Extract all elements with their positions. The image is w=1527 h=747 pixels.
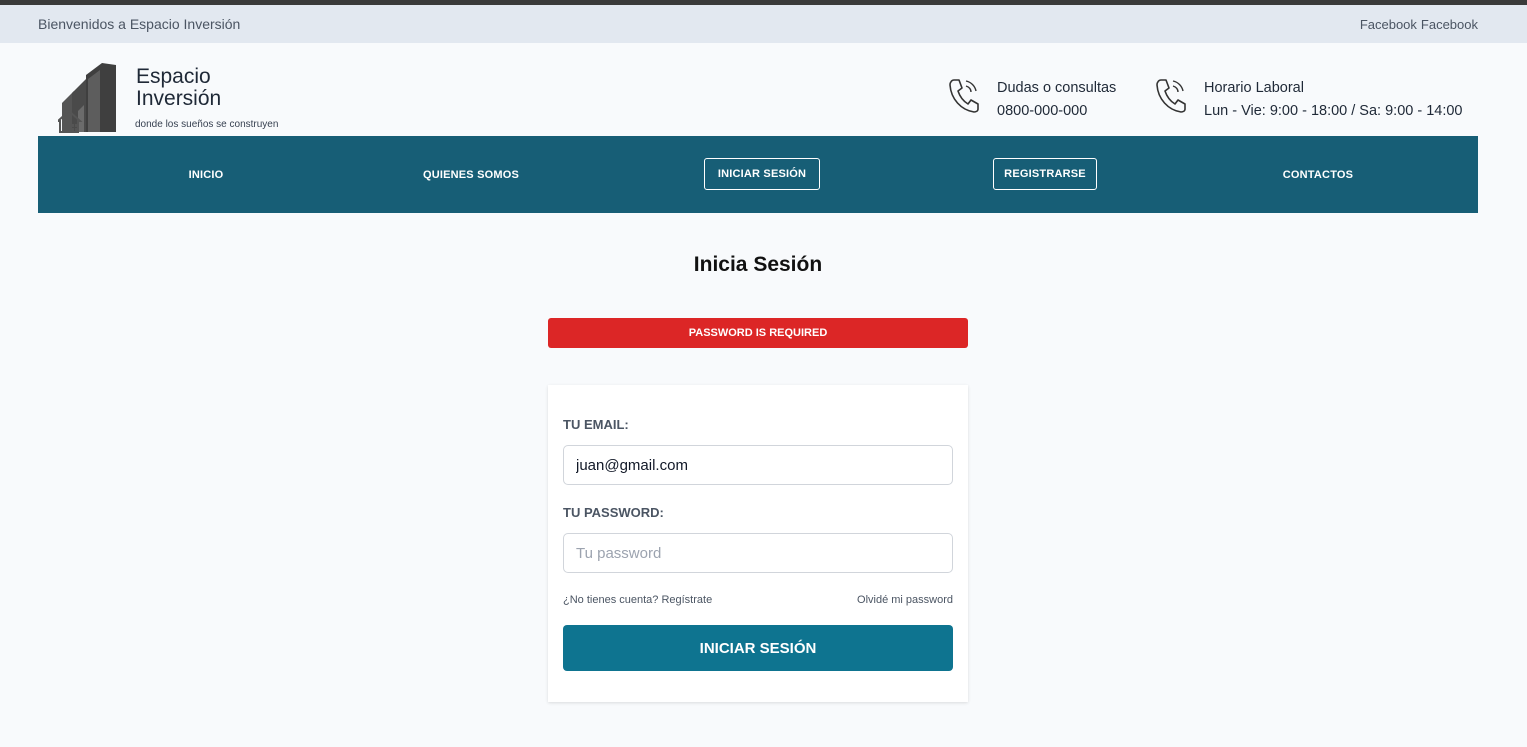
site-header: Espacio Inversión donde los sueños se co… <box>0 43 1527 136</box>
building-logo-icon <box>58 63 116 133</box>
facebook-link[interactable]: Facebook <box>1421 17 1478 32</box>
register-link[interactable]: ¿No tienes cuenta? Regístrate <box>563 594 712 606</box>
top-bar: Bienvenidos a Espacio Inversión Facebook… <box>0 5 1527 43</box>
form-links: ¿No tienes cuenta? Regístrate Olvidé mi … <box>563 594 953 606</box>
error-alert: PASSWORD IS REQUIRED <box>548 318 968 348</box>
page-title: Inicia Sesión <box>693 253 823 276</box>
facebook-link[interactable]: Facebook <box>1360 17 1417 32</box>
site-logo[interactable]: Espacio Inversión donde los sueños se co… <box>58 61 298 136</box>
nav-item-quienes-somos[interactable]: QUIENES SOMOS <box>401 136 541 213</box>
main-nav: INICIO QUIENES SOMOS INICIAR SESIÓN REGI… <box>38 136 1478 213</box>
nav-item-contactos[interactable]: CONTACTOS <box>1258 136 1378 213</box>
contact-horario-value: Lun - Vie: 9:00 - 18:00 / Sa: 9:00 - 14:… <box>1204 103 1463 119</box>
contact-horario-title: Horario Laboral <box>1204 80 1304 96</box>
contact-consultas-phone: 0800-000-000 <box>997 103 1088 119</box>
contact-consultas-title: Dudas o consultas <box>997 80 1117 96</box>
phone-icon <box>949 79 979 113</box>
logo-line-1: Espacio <box>136 65 211 88</box>
password-label: TU PASSWORD: <box>563 505 664 520</box>
logo-line-2: Inversión <box>136 87 222 110</box>
contact-horario: Horario Laboral Lun - Vie: 9:00 - 18:00 … <box>1155 77 1463 123</box>
login-form: TU EMAIL: TU PASSWORD: ¿No tienes cuenta… <box>548 385 968 702</box>
social-links: Facebook Facebook <box>1360 17 1478 32</box>
email-field[interactable] <box>563 445 953 485</box>
forgot-password-link[interactable]: Olvidé mi password <box>857 594 953 606</box>
email-label: TU EMAIL: <box>563 417 629 432</box>
nav-item-iniciar-sesion[interactable]: INICIAR SESIÓN <box>704 158 820 190</box>
nav-item-inicio[interactable]: INICIO <box>148 136 264 213</box>
contact-consultas: Dudas o consultas 0800-000-000 <box>948 77 1116 123</box>
nav-item-registrarse[interactable]: REGISTRARSE <box>993 158 1097 190</box>
phone-icon <box>1156 79 1186 113</box>
login-submit-button[interactable]: INICIAR SESIÓN <box>563 625 953 671</box>
logo-tagline: donde los sueños se construyen <box>135 119 279 130</box>
password-field[interactable] <box>563 533 953 573</box>
welcome-text: Bienvenidos a Espacio Inversión <box>38 16 241 32</box>
